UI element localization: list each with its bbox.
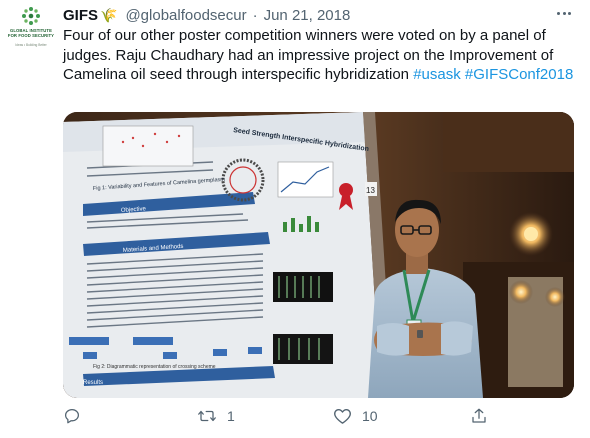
retweet-button[interactable]: 1 [197,407,235,425]
poster-results-heading: Results [83,380,103,386]
avatar-logo-text: GLOBAL INSTITUTE FOR FOOD SECURITY [7,28,55,38]
more-options-icon[interactable] [554,6,574,20]
wheat-emoji-icon: 🌾 [100,6,118,23]
retweet-icon [198,410,216,422]
retweet-count: 1 [227,408,235,424]
poster-fig-caption: Fig 2: Diagrammatic representation of cr… [93,364,216,370]
tweet-text: Four of our other poster competition win… [63,26,578,85]
separator-dot: · [252,6,258,24]
display-name[interactable]: GIFS [63,7,98,24]
tweet-actions: 1 10 [63,404,578,434]
tweet-photo[interactable]: Results Fig 2: Diagrammatic representati… [63,112,574,398]
like-count: 10 [362,408,378,424]
gifs-logo-icon [22,7,40,25]
hashtag-gifsconf2018[interactable]: #GIFSConf2018 [465,66,573,83]
poster-number: 13 [366,186,375,195]
share-icon [472,408,486,423]
reply-button[interactable] [63,407,91,425]
share-button[interactable] [470,407,498,425]
avatar-logo-subtext: Ideas • Building Better [15,43,47,47]
heart-icon [334,408,351,424]
tweet[interactable]: GLOBAL INSTITUTE FOR FOOD SECURITY Ideas… [0,0,590,438]
reply-icon [64,408,80,424]
hashtag-usask[interactable]: #usask [413,66,461,83]
tweet-date[interactable]: Jun 21, 2018 [264,7,351,24]
like-button[interactable]: 10 [333,407,378,425]
poster-photo-image: Results Fig 2: Diagrammatic representati… [63,112,574,398]
avatar[interactable]: GLOBAL INSTITUTE FOR FOOD SECURITY Ideas… [6,4,56,50]
tweet-header: GIFS 🌾 @globalfoodsecur · Jun 21, 2018 [63,5,350,25]
handle[interactable]: @globalfoodsecur [125,7,246,24]
